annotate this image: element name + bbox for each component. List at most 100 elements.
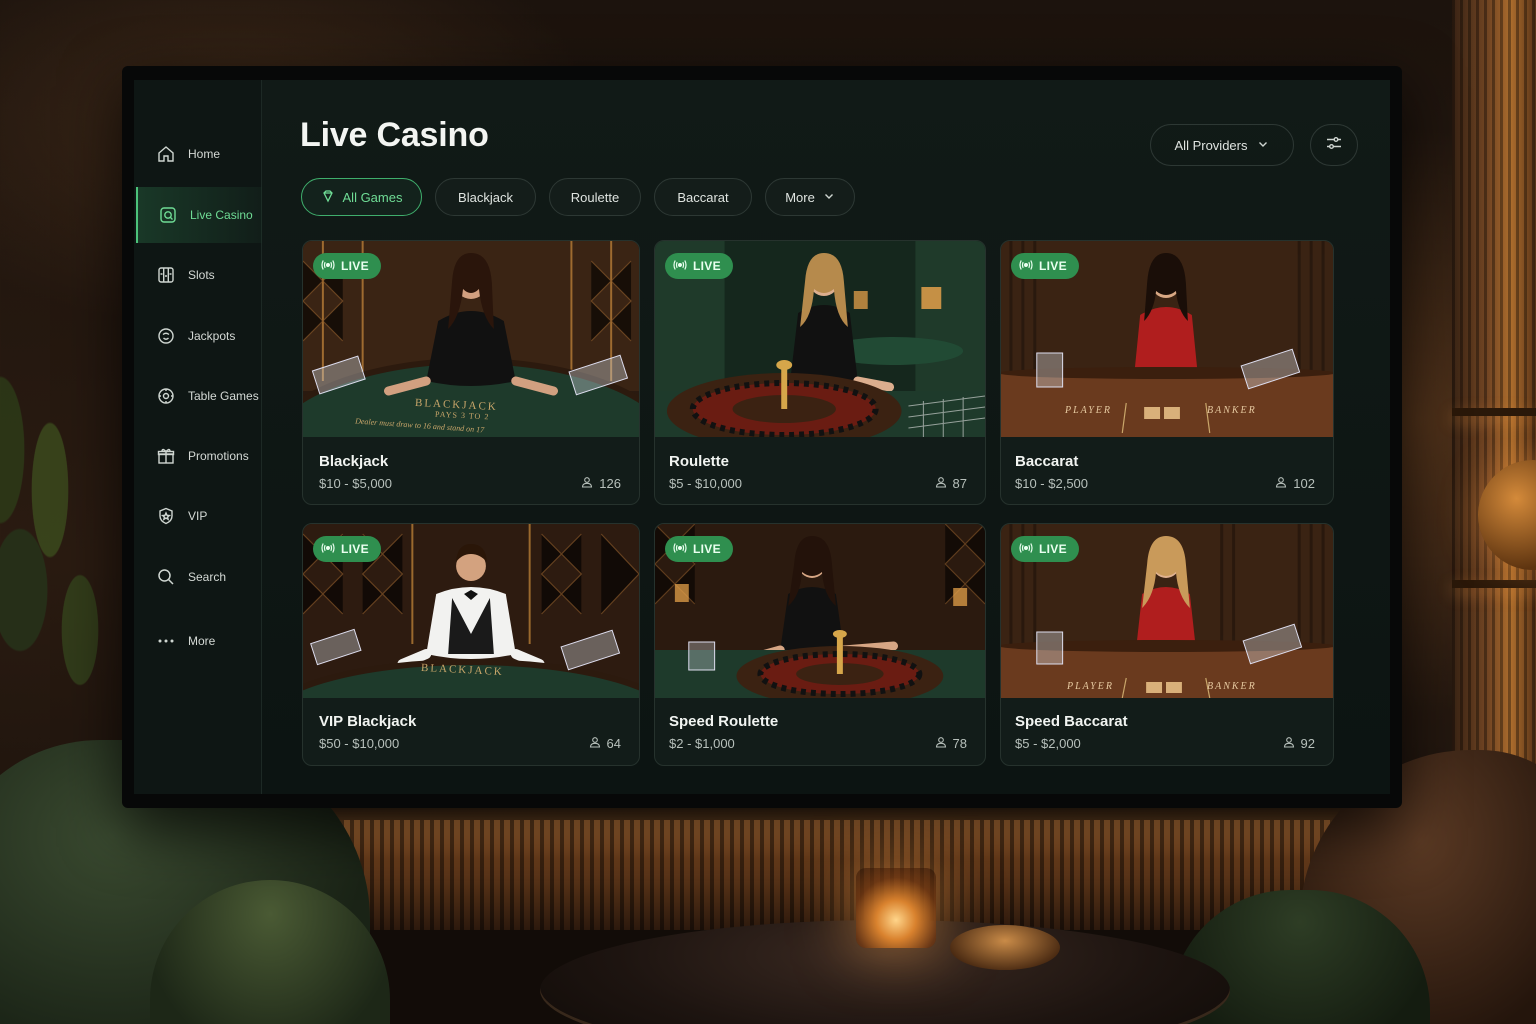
live-casino-icon (158, 205, 178, 225)
live-badge: LIVE (665, 536, 733, 562)
sliders-icon (1325, 134, 1343, 157)
broadcast-icon (1019, 259, 1033, 274)
game-title: Roulette (669, 453, 729, 470)
game-bet-limits: $5 - $2,000 (1015, 736, 1081, 751)
live-badge-label: LIVE (341, 542, 369, 556)
slots-icon (156, 265, 176, 285)
sidebar-item-label: Promotions (188, 449, 249, 463)
user-icon (1275, 476, 1287, 491)
user-icon (935, 736, 947, 751)
table-text: BANKER (1207, 405, 1257, 416)
chip-label: Baccarat (677, 189, 729, 205)
providers-dropdown-label: All Providers (1174, 137, 1248, 153)
game-bet-limits: $50 - $10,000 (319, 736, 400, 751)
chip-label: More (785, 189, 815, 205)
sidebar: Home Live Casino Slots Jackpots Table Ga… (134, 80, 262, 794)
game-bet-limits: $5 - $10,000 (669, 476, 743, 491)
chip-all-games[interactable]: All Games (301, 178, 422, 216)
chip-roulette[interactable]: Roulette (549, 178, 641, 216)
game-card-blackjack[interactable]: BLACKJACK PAYS 3 TO 2 Dealer must draw t… (302, 240, 640, 505)
game-title: Speed Roulette (669, 713, 779, 730)
chip-label: Roulette (570, 189, 620, 205)
live-badge-label: LIVE (1039, 542, 1067, 556)
candle (856, 868, 936, 948)
chip-blackjack[interactable]: Blackjack (435, 178, 536, 216)
jackpots-icon (156, 326, 176, 346)
player-count: 102 (1275, 476, 1315, 491)
home-icon (156, 144, 176, 164)
sidebar-item-live-casino[interactable]: Live Casino (136, 187, 262, 243)
sidebar-item-label: Search (188, 570, 227, 584)
player-count: 92 (1283, 736, 1315, 751)
room-shelf (1452, 580, 1536, 588)
sidebar-item-more[interactable]: More (136, 613, 262, 669)
player-count: 126 (581, 476, 621, 491)
user-icon (1283, 736, 1295, 751)
search-icon (156, 567, 176, 587)
more-dots-icon (156, 631, 176, 651)
sidebar-item-label: Live Casino (190, 208, 253, 222)
live-badge-label: LIVE (693, 259, 721, 273)
sidebar-item-label: Table Games (188, 389, 259, 403)
gift-icon (156, 446, 176, 466)
live-badge-label: LIVE (693, 542, 721, 556)
decor-bowl (950, 925, 1060, 970)
player-count: 78 (935, 736, 967, 751)
chip-label: Blackjack (458, 189, 513, 205)
game-title: Baccarat (1015, 453, 1079, 470)
broadcast-icon (673, 542, 687, 557)
broadcast-icon (321, 259, 335, 274)
game-title: Speed Baccarat (1015, 713, 1128, 730)
chevron-down-icon (1257, 138, 1269, 153)
chip-label: All Games (342, 189, 403, 205)
player-count: 87 (935, 476, 967, 491)
player-count-value: 102 (1293, 476, 1315, 491)
sidebar-item-search[interactable]: Search (136, 549, 262, 605)
chip-baccarat[interactable]: Baccarat (654, 178, 752, 216)
sidebar-item-home[interactable]: Home (136, 126, 262, 182)
live-badge: LIVE (1011, 253, 1079, 279)
live-badge: LIVE (1011, 536, 1079, 562)
game-card-roulette[interactable]: LIVE Roulette $5 - $10,000 87 (654, 240, 986, 505)
user-icon (581, 476, 593, 491)
providers-dropdown[interactable]: All Providers (1150, 124, 1294, 166)
sidebar-item-jackpots[interactable]: Jackpots (136, 308, 262, 364)
table-games-icon (156, 386, 176, 406)
table-text: PLAYER (1067, 681, 1115, 692)
live-badge: LIVE (665, 253, 733, 279)
game-bet-limits: $10 - $2,500 (1015, 476, 1089, 491)
broadcast-icon (673, 259, 687, 274)
live-badge: LIVE (313, 253, 381, 279)
sidebar-item-label: Home (188, 147, 221, 161)
player-count-value: 87 (952, 476, 967, 491)
table-text: BANKER (1207, 681, 1257, 692)
sidebar-item-label: More (188, 634, 216, 648)
sidebar-item-label: Slots (188, 268, 215, 282)
game-bet-limits: $2 - $1,000 (669, 736, 735, 751)
chevron-down-icon (823, 190, 835, 205)
game-card-speed-baccarat[interactable]: PLAYER BANKER LIVE Speed Baccarat $5 - $… (1000, 523, 1334, 766)
vip-icon (156, 506, 176, 526)
room-shelf (1452, 408, 1536, 416)
game-title: VIP Blackjack (319, 713, 417, 730)
chip-more[interactable]: More (765, 178, 855, 216)
broadcast-icon (321, 542, 335, 557)
sidebar-item-promotions[interactable]: Promotions (136, 428, 262, 484)
filter-button[interactable] (1310, 124, 1358, 166)
sidebar-item-vip[interactable]: VIP (136, 488, 262, 544)
user-icon (589, 736, 601, 751)
page-title: Live Casino (300, 116, 489, 154)
room-plant (0, 330, 130, 750)
player-count-value: 92 (1300, 736, 1315, 751)
game-card-baccarat[interactable]: PLAYER BANKER LIVE Baccarat $10 - $2,500… (1000, 240, 1334, 505)
sidebar-item-table-games[interactable]: Table Games (136, 368, 262, 424)
live-badge-label: LIVE (1039, 259, 1067, 273)
game-card-vip-blackjack[interactable]: BLACKJACK LIVE VIP Blackjack $50 - $10,0… (302, 523, 640, 766)
game-card-speed-roulette[interactable]: LIVE Speed Roulette $2 - $1,000 78 (654, 523, 986, 766)
sidebar-item-slots[interactable]: Slots (136, 247, 262, 303)
game-bet-limits: $10 - $5,000 (319, 476, 393, 491)
sidebar-item-label: Jackpots (188, 329, 236, 343)
game-title: Blackjack (319, 453, 389, 470)
player-count-value: 126 (599, 476, 621, 491)
live-badge-label: LIVE (341, 259, 369, 273)
